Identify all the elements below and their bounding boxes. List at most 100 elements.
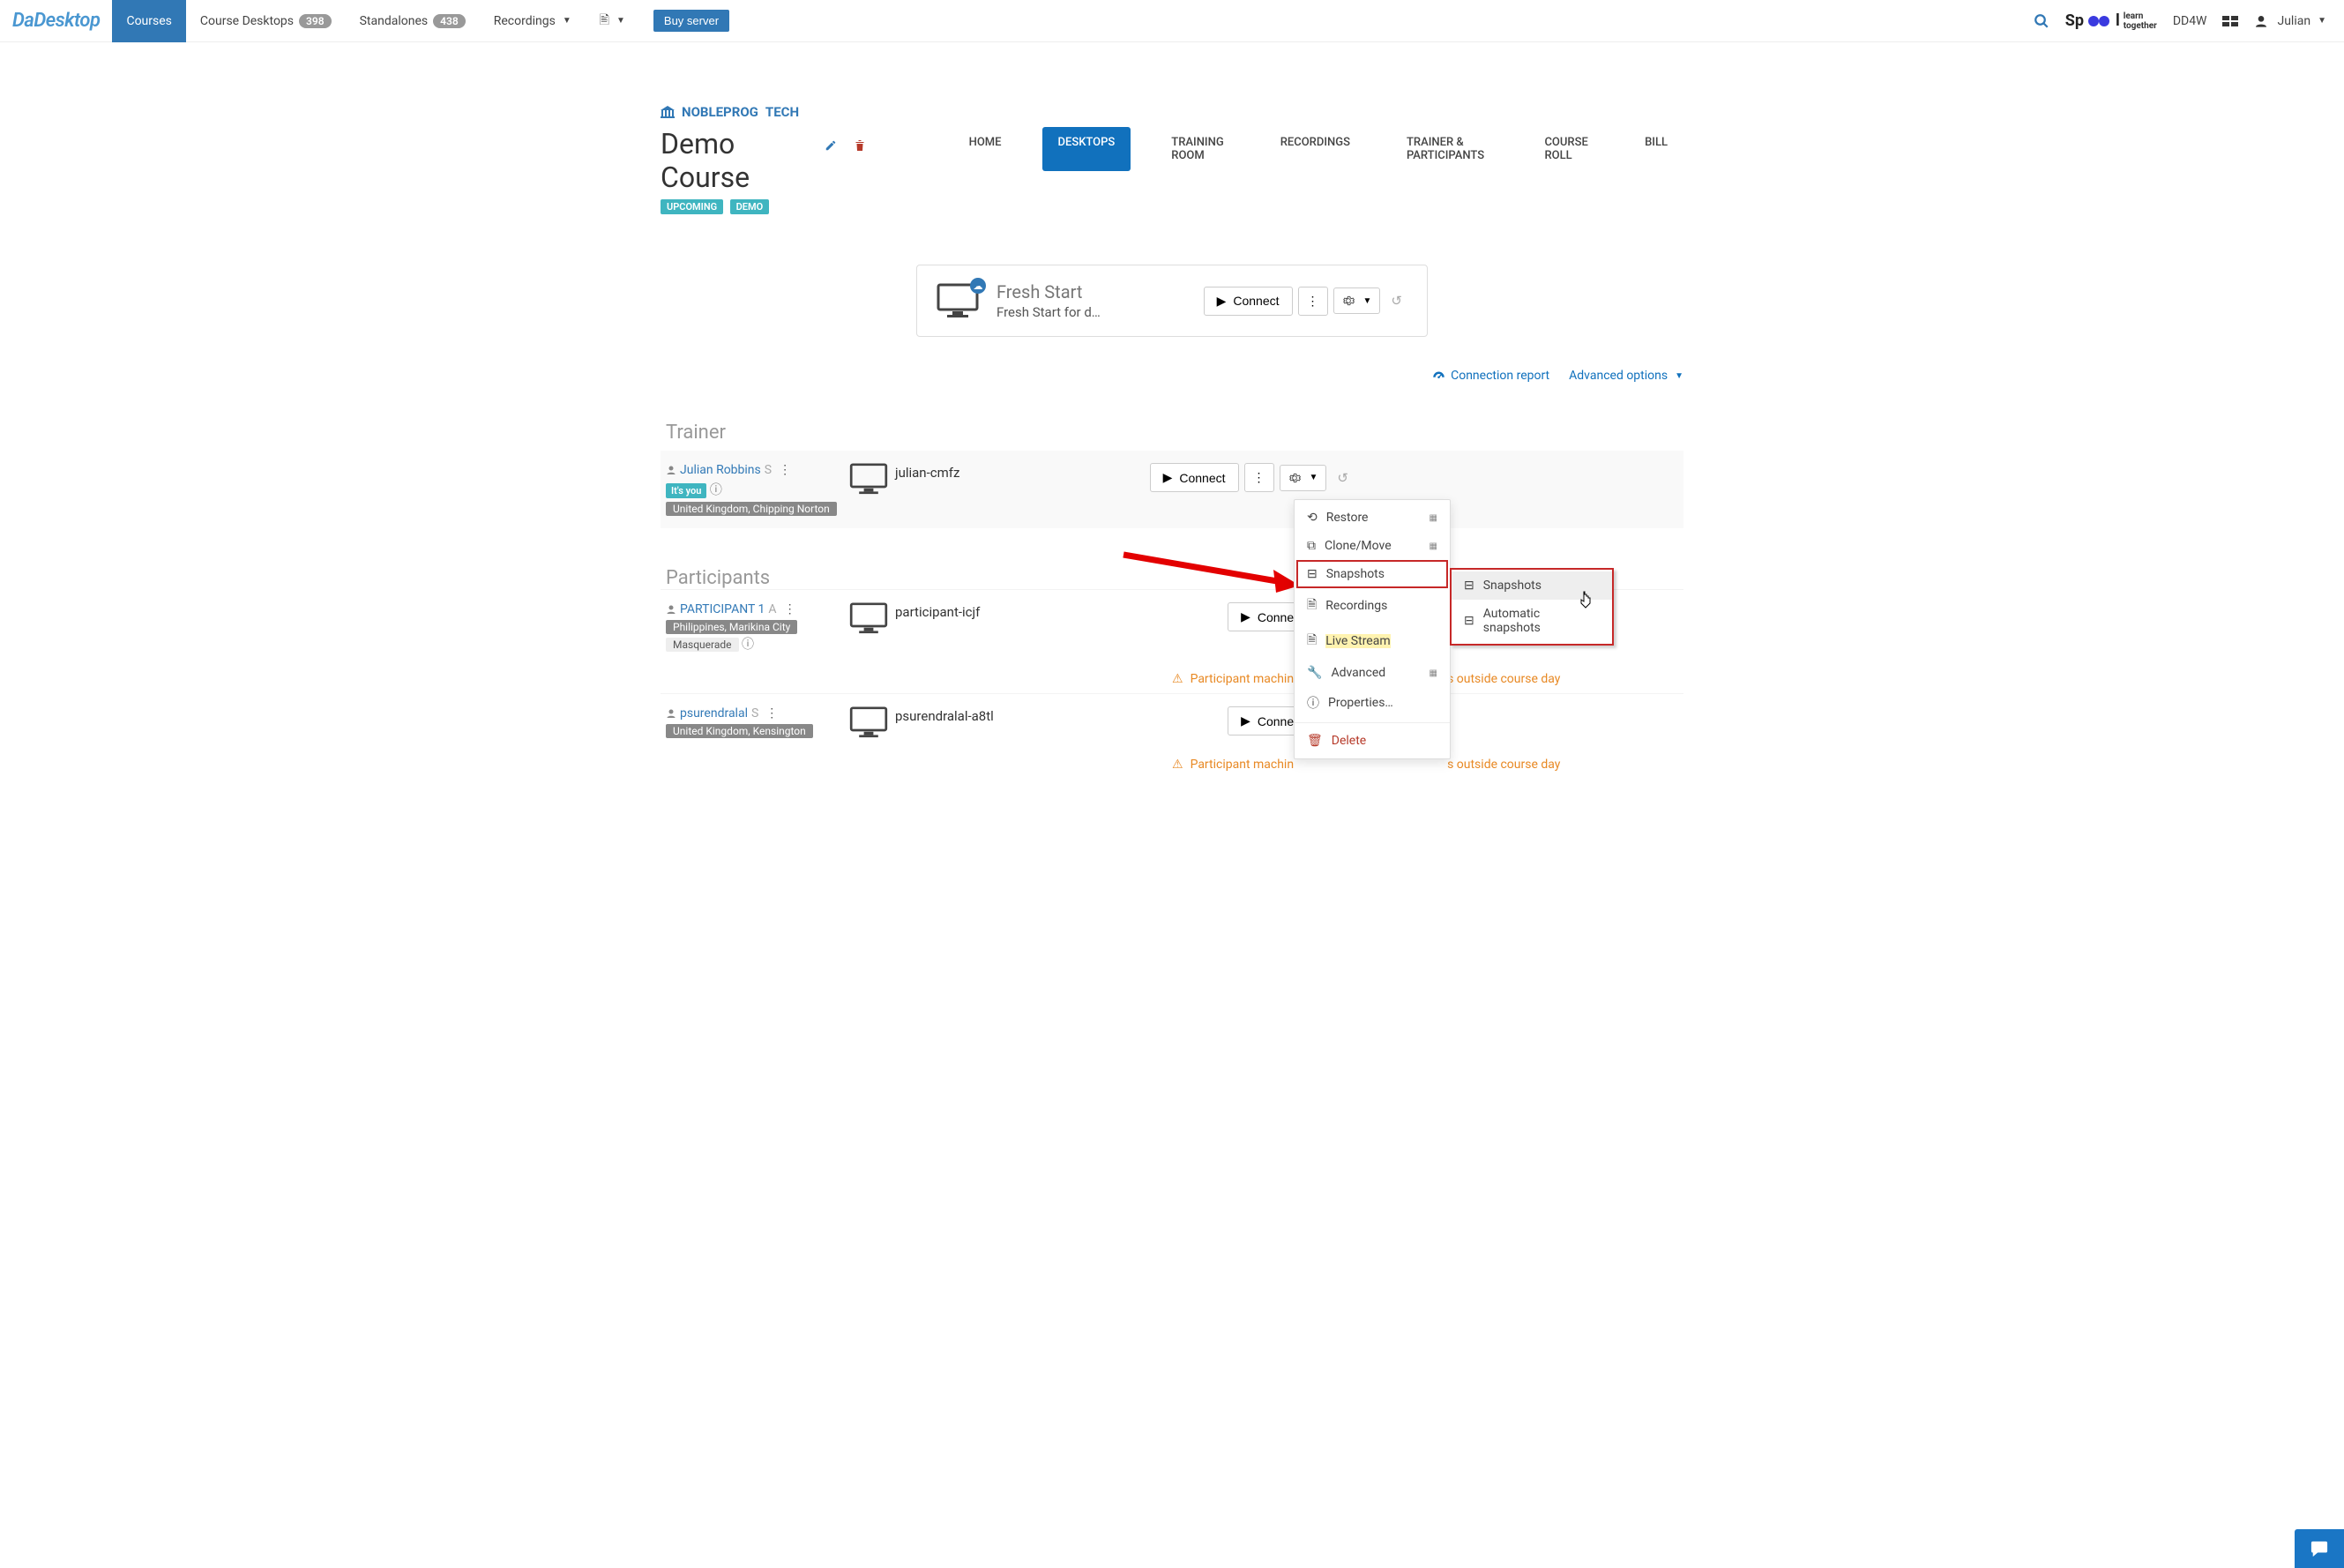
more-icon[interactable]: ⋮	[775, 463, 795, 477]
more-button[interactable]: ⋮	[1244, 463, 1274, 492]
chevron-down-icon: ▼	[1675, 371, 1683, 381]
tab-home[interactable]: HOME	[953, 127, 1018, 171]
chat-icon	[2310, 1540, 2329, 1557]
spool-text1: Sp	[2065, 11, 2084, 30]
breadcrumb-dept[interactable]: TECH	[765, 104, 799, 120]
submenu-icon: ▦	[1430, 541, 1437, 551]
trainer-suffix: S	[765, 463, 772, 477]
nav-course-desktops-label: Course Desktops	[200, 14, 294, 28]
participant-location: Philippines, Marikina City	[666, 620, 797, 634]
menu-delete[interactable]: 🗑 Delete	[1295, 727, 1450, 755]
edit-icon[interactable]	[825, 139, 837, 152]
nav-recordings[interactable]: Recordings ▼	[480, 0, 586, 42]
nav-recordings-label: Recordings	[494, 14, 556, 28]
trainer-row: Julian Robbins S ⋮ It's you ⓘ United Kin…	[661, 451, 1683, 528]
gear-dropdown-button[interactable]: ▼	[1333, 287, 1381, 314]
participant-location: United Kingdom, Kensington	[666, 724, 813, 738]
monitor-icon	[849, 706, 888, 738]
warning-line: ⚠ Participant machin s outside course da…	[661, 750, 1683, 779]
help-icon[interactable]: ⓘ	[742, 638, 754, 652]
its-you-badge: It's you	[666, 483, 706, 498]
refresh-icon[interactable]: ↺	[1385, 293, 1407, 309]
chat-button[interactable]	[2295, 1529, 2344, 1568]
nav-dd4w[interactable]: DD4W	[2173, 14, 2207, 28]
drive-icon: ⊟	[1464, 614, 1474, 628]
trash-icon[interactable]	[855, 139, 865, 152]
masquerade-badge[interactable]: Masquerade	[666, 638, 739, 652]
info-icon: ⓘ	[1307, 694, 1319, 712]
nav-course-desktops[interactable]: Course Desktops 398	[186, 0, 346, 42]
tab-recordings[interactable]: RECORDINGS	[1265, 127, 1366, 171]
help-icon[interactable]: ⓘ	[710, 483, 722, 497]
connect-button[interactable]: ▶ Connect	[1204, 287, 1293, 316]
trainer-heading: Trainer	[661, 422, 1683, 444]
more-button[interactable]: ⋮	[1298, 287, 1328, 316]
nav-courses[interactable]: Courses	[112, 0, 185, 42]
tab-bill[interactable]: BILL	[1629, 127, 1683, 171]
refresh-icon: ⟲	[1307, 511, 1318, 525]
trainer-location: United Kingdom, Chipping Norton	[666, 502, 837, 516]
advanced-options-link[interactable]: Advanced options ▼	[1569, 369, 1683, 383]
play-icon: ▶	[1241, 609, 1250, 624]
menu-advanced[interactable]: 🔧 Advanced ▦	[1295, 659, 1450, 687]
chevron-down-icon: ▼	[1310, 473, 1318, 482]
overview-icon[interactable]	[2222, 16, 2238, 26]
gear-icon	[1288, 472, 1301, 484]
participant-suffix: A	[768, 602, 776, 616]
participant-machine: psurendralal-a8tl	[895, 706, 994, 724]
more-icon[interactable]: ⋮	[762, 706, 781, 721]
logo[interactable]: DaDesktop	[0, 10, 112, 32]
warning-icon: ⚠	[1172, 672, 1183, 686]
participant-name[interactable]: PARTICIPANT 1	[680, 602, 765, 616]
nav-standalones[interactable]: Standalones 438	[346, 0, 480, 42]
more-icon[interactable]: ⋮	[780, 602, 800, 616]
menu-restore[interactable]: ⟲ Restore ▦	[1295, 504, 1450, 532]
chevron-down-icon: ▼	[2318, 16, 2326, 26]
tag-upcoming: UPCOMING	[661, 199, 723, 214]
breadcrumb-org[interactable]: NOBLEPROG	[682, 104, 758, 120]
user-icon	[666, 604, 676, 615]
gear-icon	[1342, 295, 1355, 307]
buy-server-button[interactable]: Buy server	[653, 10, 729, 32]
clone-icon: ⧉	[1307, 539, 1316, 553]
spool-logo[interactable]: Sp l learntogether	[2065, 11, 2157, 31]
chevron-down-icon: ▼	[616, 16, 625, 26]
chevron-down-icon: ▼	[1363, 296, 1372, 306]
user-icon	[666, 465, 676, 475]
gear-dropdown-button[interactable]: ▼	[1280, 465, 1327, 491]
nav-user[interactable]: Julian ▼	[2254, 0, 2326, 42]
search-icon[interactable]	[2034, 13, 2049, 29]
fresh-start-card: ☁ Fresh Start Fresh Start for d… ▶ Conne…	[916, 265, 1428, 337]
warning-icon: ⚠	[1172, 758, 1183, 772]
connection-report-link[interactable]: Connection report	[1432, 369, 1549, 383]
monitor-icon	[849, 602, 888, 634]
fresh-start-sub: Fresh Start for d…	[997, 304, 1120, 320]
menu-clone[interactable]: ⧉ Clone/Move ▦	[1295, 532, 1450, 560]
spool-text2: l	[2116, 11, 2120, 30]
dashboard-icon	[1432, 370, 1445, 382]
participant-name[interactable]: psurendralal	[680, 706, 748, 721]
translate-icon: 🖹	[600, 11, 609, 32]
tab-training-room[interactable]: TRAINING ROOM	[1155, 127, 1239, 171]
menu-live-stream[interactable]: 🗎 Live Stream	[1295, 623, 1450, 659]
menu-snapshots[interactable]: ⊟ Snapshots ▦	[1296, 560, 1448, 588]
bank-icon	[661, 106, 675, 118]
tag-demo: DEMO	[730, 199, 770, 214]
nav-buy-server[interactable]: Buy server	[639, 0, 743, 42]
play-icon: ▶	[1217, 294, 1227, 309]
connect-button[interactable]: ▶Connect	[1150, 463, 1239, 492]
trainer-name[interactable]: Julian Robbins	[680, 463, 761, 477]
file-icon: 🗎	[1307, 595, 1317, 616]
tab-trainer-participants[interactable]: TRAINER & PARTICIPANTS	[1391, 127, 1504, 171]
cursor-pointer-icon	[1579, 591, 1593, 609]
file-icon: 🗎	[1307, 631, 1317, 652]
nav-lang[interactable]: 🖹 ▼	[586, 0, 639, 42]
submenu-icon: ▦	[1430, 513, 1437, 523]
refresh-icon[interactable]: ↺	[1332, 470, 1354, 486]
menu-properties[interactable]: ⓘ Properties…	[1295, 687, 1450, 719]
participant-machine: participant-icjf	[895, 602, 980, 620]
menu-recordings[interactable]: 🗎 Recordings	[1295, 588, 1450, 623]
tab-course-roll[interactable]: COURSE ROLL	[1528, 127, 1604, 171]
tab-desktops[interactable]: DESKTOPS	[1042, 127, 1131, 171]
trainer-machine: julian-cmfz	[895, 463, 959, 481]
